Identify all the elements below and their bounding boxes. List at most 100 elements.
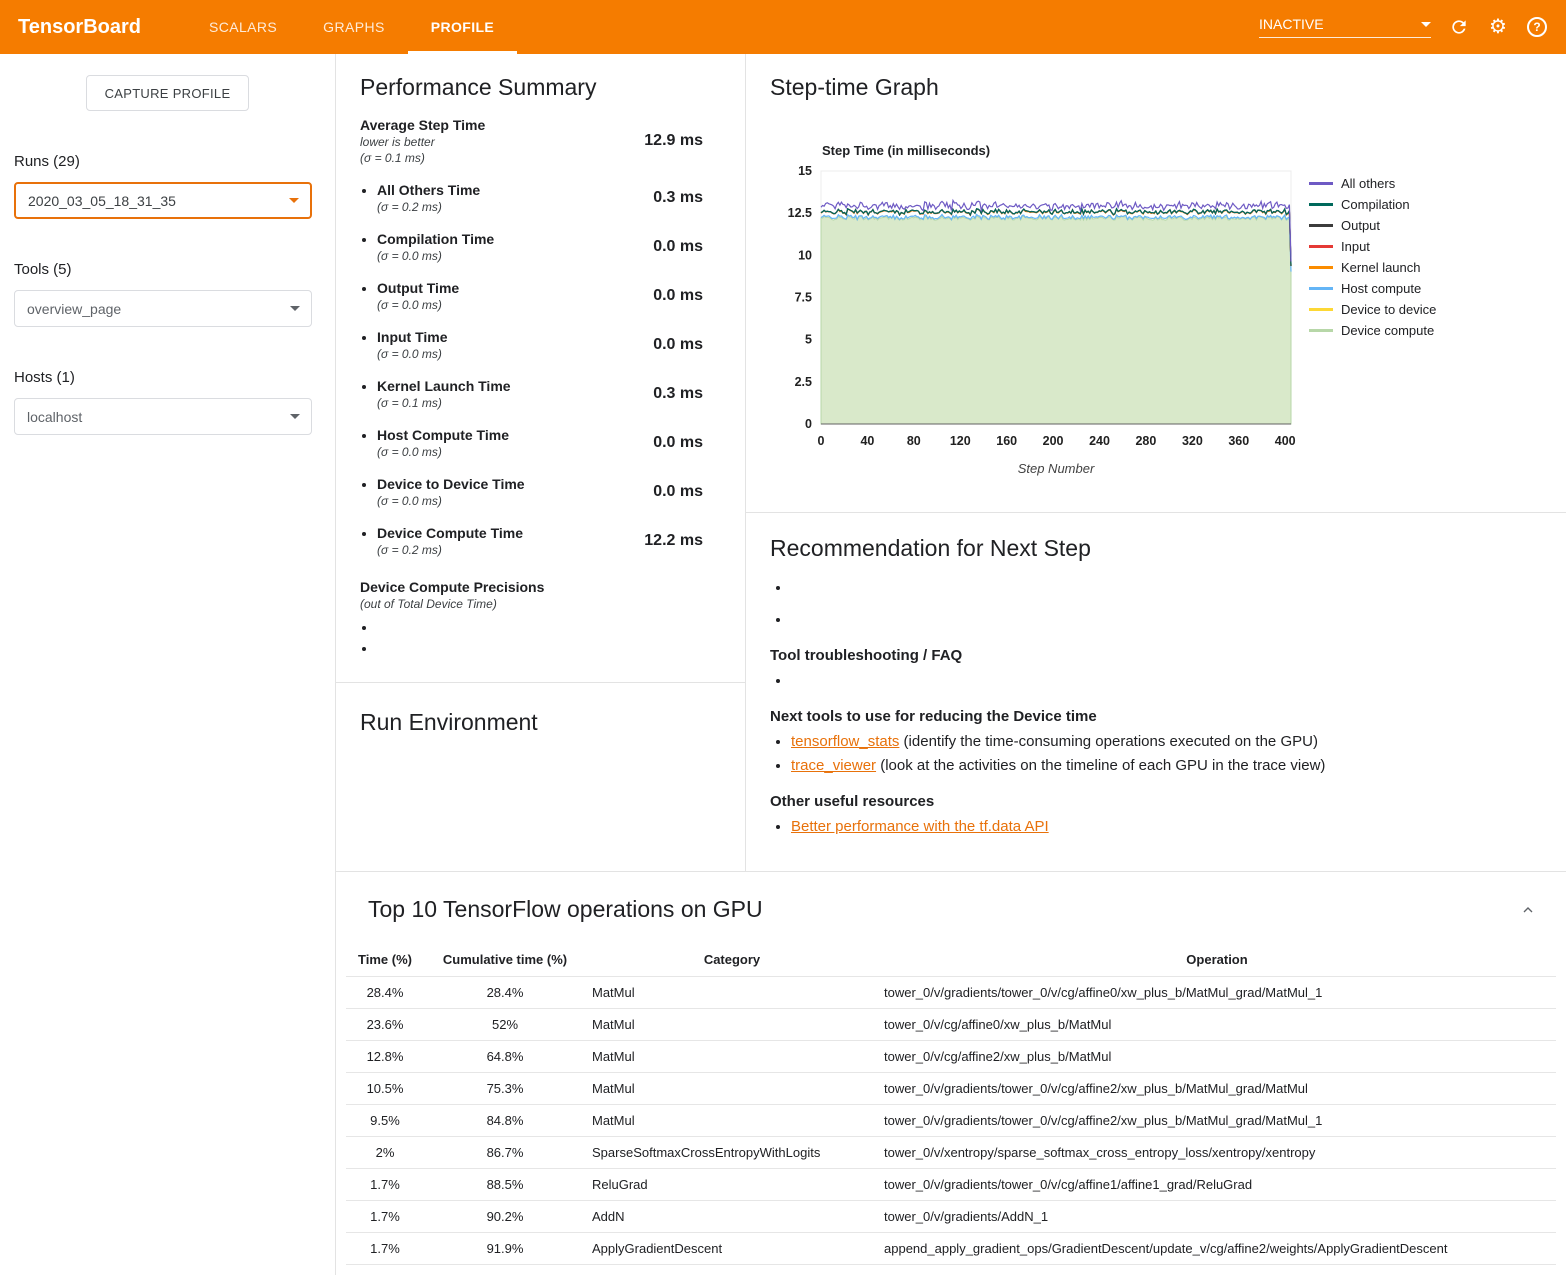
help-icon[interactable]: ?	[1526, 16, 1548, 38]
top-ops-section: Top 10 TensorFlow operations on GPU Time…	[336, 871, 1566, 1265]
metric-label: Input Time	[377, 329, 448, 345]
cell-category: SparseSoftmaxCrossEntropyWithLogits	[586, 1137, 878, 1169]
metric-note: lower is better	[360, 135, 485, 149]
header-actions: INACTIVE ⚙ ?	[1259, 16, 1566, 38]
precision-item	[377, 640, 703, 656]
table-row: 9.5% 84.8% MatMul tower_0/v/gradients/to…	[346, 1105, 1556, 1137]
settings-gear-icon[interactable]: ⚙	[1487, 16, 1509, 38]
performance-summary-title: Performance Summary	[360, 74, 703, 101]
cell-category: MatMul	[586, 1073, 878, 1105]
sidebar: CAPTURE PROFILE Runs (29) 2020_03_05_18_…	[0, 54, 335, 1275]
app-header: TensorBoard SCALARS GRAPHS PROFILE INACT…	[0, 0, 1566, 54]
legend-item-device-to-device: Device to device	[1309, 302, 1436, 317]
metric-label: Device to Device Time	[377, 476, 525, 492]
table-row: 1.7% 88.5% ReluGrad tower_0/v/gradients/…	[346, 1169, 1556, 1201]
table-header-row: Time (%) Cumulative time (%) Category Op…	[346, 943, 1556, 977]
metric-sigma: (σ = 0.2 ms)	[377, 200, 480, 214]
svg-text:5: 5	[805, 333, 812, 347]
step-time-graph-title: Step-time Graph	[770, 74, 1542, 101]
top-ops-table: Time (%) Cumulative time (%) Category Op…	[346, 943, 1556, 1265]
other-resources-heading: Other useful resources	[770, 793, 1542, 810]
tab-graphs[interactable]: GRAPHS	[300, 0, 408, 54]
performance-summary-section: Performance Summary Average Step Time lo…	[336, 54, 745, 683]
runs-dropdown-value: 2020_03_05_18_31_35	[28, 193, 176, 209]
metric-sigma: (σ = 0.1 ms)	[360, 151, 485, 165]
legend-item-output: Output	[1309, 218, 1436, 233]
column-header-operation: Operation	[878, 943, 1556, 977]
metric-row: Input Time (σ = 0.0 ms) 0.0 ms	[377, 329, 703, 361]
cell-cumulative: 52%	[424, 1009, 586, 1041]
chevron-down-icon	[290, 414, 300, 419]
next-tools-list: tensorflow_stats (identify the time-cons…	[770, 732, 1542, 775]
svg-text:80: 80	[907, 434, 921, 448]
svg-text:120: 120	[950, 434, 971, 448]
cell-time: 12.8%	[346, 1041, 424, 1073]
tab-profile[interactable]: PROFILE	[408, 0, 517, 54]
svg-text:400: 400	[1275, 434, 1296, 448]
metric-label: All Others Time	[377, 182, 480, 198]
legend-swatch	[1309, 224, 1333, 227]
tools-dropdown[interactable]: overview_page	[14, 290, 312, 327]
metric-row: Compilation Time (σ = 0.0 ms) 0.0 ms	[377, 231, 703, 263]
table-row: 1.7% 90.2% AddN tower_0/v/gradients/AddN…	[346, 1201, 1556, 1233]
cell-category: AddN	[586, 1201, 878, 1233]
metric-label: Kernel Launch Time	[377, 378, 511, 394]
faq-list	[770, 671, 1542, 690]
column-header-time: Time (%)	[346, 943, 424, 977]
chart-title: Step Time (in milliseconds)	[822, 143, 1542, 158]
metric-value: 12.2 ms	[634, 532, 703, 550]
detail-column: Step-time Graph Step Time (in millisecon…	[746, 54, 1566, 871]
metric-value: 0.0 ms	[643, 336, 703, 354]
cell-operation: tower_0/v/gradients/tower_0/v/cg/affine1…	[878, 1169, 1556, 1201]
svg-text:Step Number: Step Number	[1018, 461, 1095, 476]
chevron-up-icon[interactable]	[1516, 898, 1540, 922]
chevron-down-icon	[290, 306, 300, 311]
cell-category: MatMul	[586, 1009, 878, 1041]
runs-dropdown[interactable]: 2020_03_05_18_31_35	[14, 182, 312, 219]
run-environment-title: Run Environment	[360, 709, 721, 736]
svg-text:15: 15	[798, 164, 812, 178]
cell-cumulative: 75.3%	[424, 1073, 586, 1105]
tab-scalars[interactable]: SCALARS	[186, 0, 300, 54]
tool-description: (identify the time-consuming operations …	[899, 733, 1318, 750]
metric-value: 0.3 ms	[643, 189, 703, 207]
step-time-graph-section: Step-time Graph Step Time (in millisecon…	[746, 54, 1566, 513]
legend-item-compilation: Compilation	[1309, 197, 1436, 212]
metric-row: All Others Time (σ = 0.2 ms) 0.3 ms	[377, 182, 703, 214]
legend-label: All others	[1341, 176, 1395, 191]
cell-category: MatMul	[586, 1105, 878, 1137]
svg-text:360: 360	[1228, 434, 1249, 448]
cell-category: ReluGrad	[586, 1169, 878, 1201]
hosts-dropdown[interactable]: localhost	[14, 398, 312, 435]
table-row: 28.4% 28.4% MatMul tower_0/v/gradients/t…	[346, 977, 1556, 1009]
recommendation-section: Recommendation for Next Step Tool troubl…	[746, 513, 1566, 871]
refresh-icon[interactable]	[1448, 16, 1470, 38]
page-layout: CAPTURE PROFILE Runs (29) 2020_03_05_18_…	[0, 54, 1566, 1275]
legend-label: Input	[1341, 239, 1370, 254]
legend-item-device-compute: Device compute	[1309, 323, 1436, 338]
step-time-chart: 02.557.51012.515040801201602002402803203…	[770, 164, 1305, 482]
recommendation-bullets	[770, 578, 1542, 629]
metric-sigma: (σ = 0.0 ms)	[377, 298, 459, 312]
tool-link[interactable]: trace_viewer	[791, 757, 876, 774]
app-title: TensorBoard	[0, 16, 186, 39]
tool-link[interactable]: tensorflow_stats	[791, 733, 899, 750]
metric-label: Device Compute Time	[377, 525, 523, 541]
next-tools-heading: Next tools to use for reducing the Devic…	[770, 708, 1542, 725]
metric-row: Output Time (σ = 0.0 ms) 0.0 ms	[377, 280, 703, 312]
performance-metric-list: All Others Time (σ = 0.2 ms) 0.3 ms Comp…	[360, 182, 703, 557]
status-dropdown[interactable]: INACTIVE	[1259, 16, 1431, 38]
chart-legend: All others Compilation Output Input Kernel l…	[1309, 176, 1436, 482]
resource-link[interactable]: Better performance with the tf.data API	[791, 818, 1049, 835]
next-tool-item: trace_viewer (look at the activities on …	[791, 756, 1542, 775]
summary-column: Performance Summary Average Step Time lo…	[336, 54, 746, 871]
metric-row: Host Compute Time (σ = 0.0 ms) 0.0 ms	[377, 427, 703, 459]
metric-sigma: (σ = 0.0 ms)	[377, 494, 525, 508]
capture-profile-button[interactable]: CAPTURE PROFILE	[86, 75, 249, 111]
precisions-list	[360, 619, 703, 656]
svg-text:12.5: 12.5	[788, 206, 812, 220]
metric-label: Average Step Time	[360, 117, 485, 133]
cell-operation: tower_0/v/cg/affine0/xw_plus_b/MatMul	[878, 1009, 1556, 1041]
legend-item-kernel-launch: Kernel launch	[1309, 260, 1436, 275]
svg-text:320: 320	[1182, 434, 1203, 448]
